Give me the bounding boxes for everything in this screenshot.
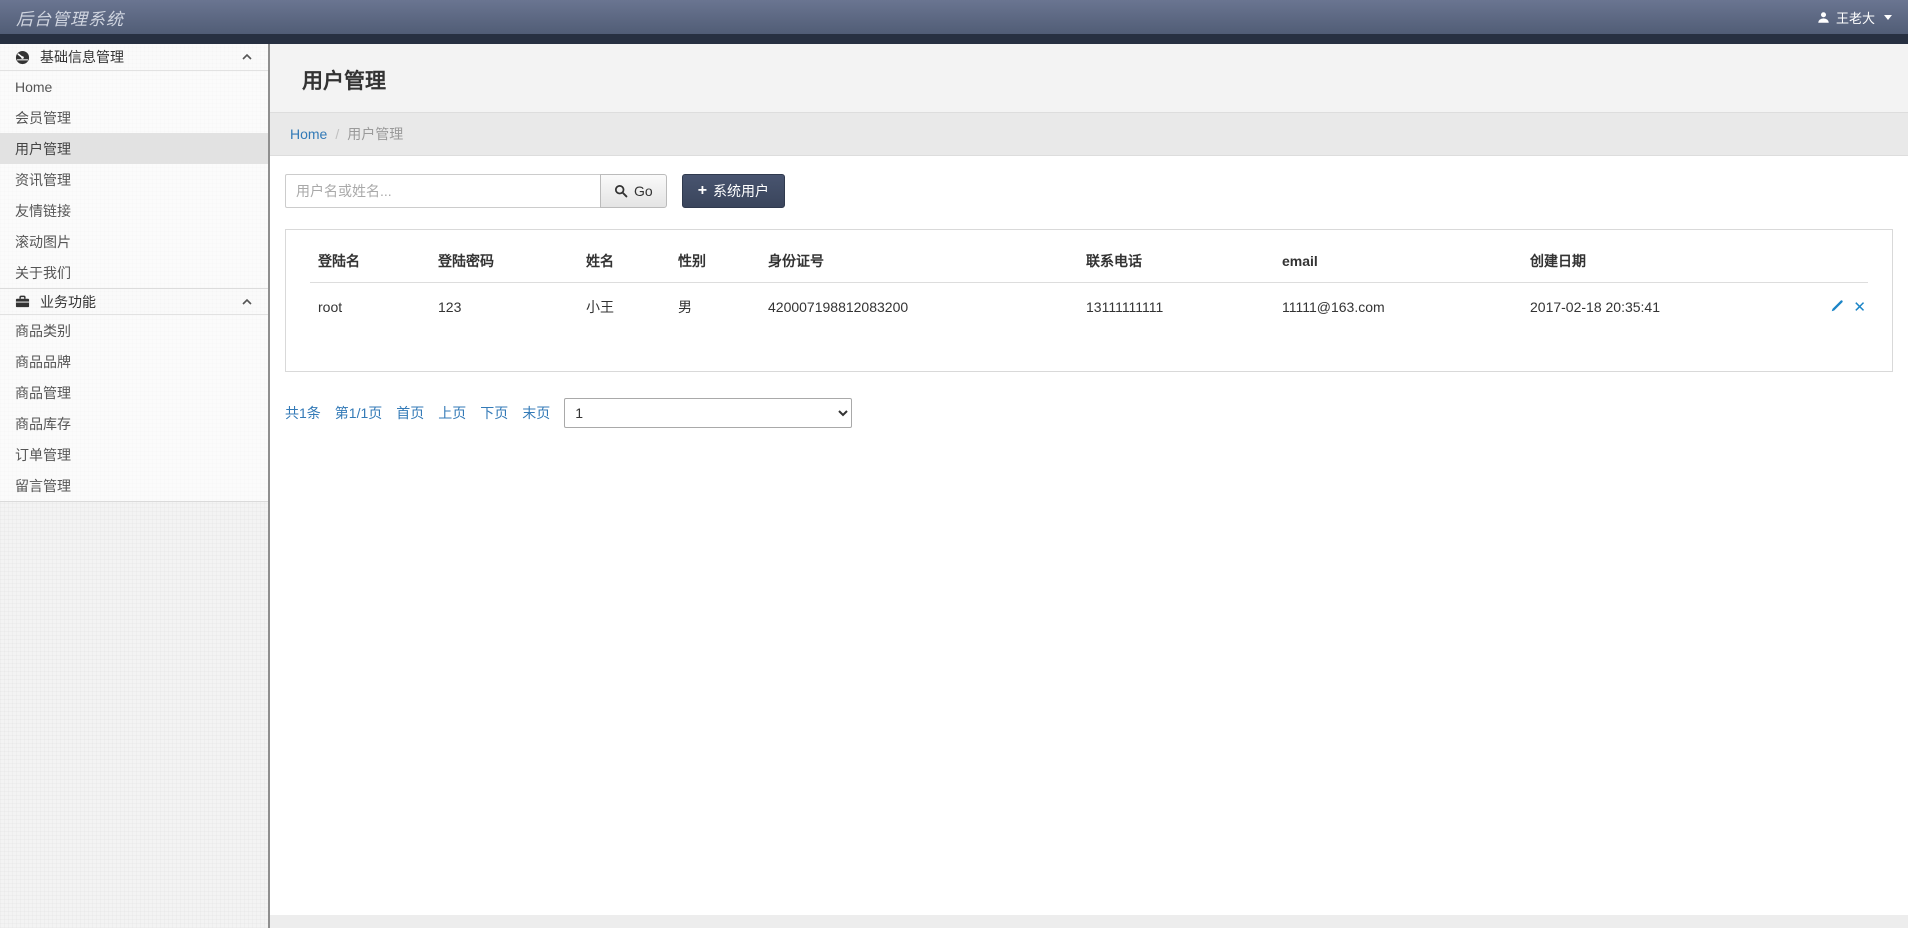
pagination-last-link[interactable]: 末页 — [522, 403, 550, 423]
cell-password: 123 — [438, 299, 462, 315]
user-name: 王老大 — [1835, 10, 1875, 26]
page-select[interactable]: 1 — [564, 398, 853, 428]
cell-created: 2017-02-18 20:35:41 — [1530, 299, 1660, 315]
sidebar-item-users[interactable]: 用户管理 — [0, 133, 268, 164]
breadcrumb: Home / 用户管理 — [270, 112, 1908, 156]
pagination-first-link[interactable]: 首页 — [396, 403, 424, 423]
topbar-shadow-bar — [0, 34, 1908, 44]
topbar: 后台管理系统 王老大 — [0, 0, 1908, 34]
cell-gender: 男 — [678, 299, 692, 315]
table-row: root 123 小王 男 420007198812083200 1311111… — [310, 283, 1868, 332]
breadcrumb-current: 用户管理 — [347, 126, 404, 142]
search-icon — [614, 184, 628, 198]
sidebar-section-business[interactable]: 业务功能 — [0, 288, 268, 315]
sidebar: 基础信息管理 Home 会员管理 用户管理 资讯管理 友情链接 滚动图片 关于我… — [0, 44, 270, 928]
sidebar-item-carousel-images[interactable]: 滚动图片 — [0, 226, 268, 257]
users-table-panel: 登陆名 登陆密码 姓名 性别 身份证号 联系电话 email 创建日期 root… — [285, 229, 1893, 372]
briefcase-icon — [15, 294, 30, 309]
search-input[interactable] — [285, 174, 601, 208]
section-label: 基础信息管理 — [40, 49, 124, 65]
col-header-actions — [1812, 238, 1868, 283]
content-area: Go + 系统用户 登陆名 登陆密码 — [270, 156, 1908, 915]
edit-pencil-icon[interactable] — [1831, 299, 1844, 312]
app-title: 后台管理系统 — [16, 9, 124, 29]
caret-down-icon — [1884, 14, 1892, 20]
breadcrumb-home-link[interactable]: Home — [290, 126, 327, 142]
cell-login: root — [318, 299, 343, 315]
main-area: 用户管理 Home / 用户管理 Go + 系统用户 — [270, 44, 1908, 928]
pagination-total: 共1条 — [285, 405, 321, 421]
sidebar-item-product-stock[interactable]: 商品库存 — [0, 408, 268, 439]
sidebar-item-home[interactable]: Home — [0, 71, 268, 102]
col-header-password: 登陆密码 — [430, 238, 578, 283]
sidebar-item-orders[interactable]: 订单管理 — [0, 439, 268, 470]
delete-x-icon[interactable]: ✕ — [1853, 299, 1866, 316]
col-header-email: email — [1274, 238, 1522, 283]
users-table: 登陆名 登陆密码 姓名 性别 身份证号 联系电话 email 创建日期 root… — [310, 238, 1868, 331]
user-icon — [1817, 11, 1830, 24]
chevron-up-icon — [241, 296, 253, 308]
pagination-prev-link[interactable]: 上页 — [438, 403, 466, 423]
page-header: 用户管理 — [270, 44, 1908, 112]
sidebar-section-basic-info[interactable]: 基础信息管理 — [0, 44, 268, 71]
search-row: Go + 系统用户 — [285, 174, 1893, 208]
plus-icon: + — [697, 182, 708, 199]
add-system-user-button[interactable]: + 系统用户 — [681, 174, 786, 208]
sidebar-item-messages[interactable]: 留言管理 — [0, 470, 268, 501]
col-header-gender: 性别 — [670, 238, 760, 283]
section-label: 业务功能 — [40, 293, 96, 310]
col-header-id-number: 身份证号 — [760, 238, 1078, 283]
go-label: Go — [634, 183, 653, 199]
cell-actions: ✕ — [1812, 283, 1868, 332]
sidebar-item-about-us[interactable]: 关于我们 — [0, 257, 268, 288]
sidebar-filler — [0, 501, 268, 928]
sidebar-item-product-management[interactable]: 商品管理 — [0, 377, 268, 408]
col-header-name: 姓名 — [578, 238, 670, 283]
sidebar-item-product-brand[interactable]: 商品品牌 — [0, 346, 268, 377]
page-title: 用户管理 — [302, 70, 386, 93]
sidebar-menu-basic: Home 会员管理 用户管理 资讯管理 友情链接 滚动图片 关于我们 — [0, 71, 268, 288]
sidebar-item-news[interactable]: 资讯管理 — [0, 164, 268, 195]
table-header-row: 登陆名 登陆密码 姓名 性别 身份证号 联系电话 email 创建日期 — [310, 238, 1868, 283]
pagination-page-info: 第1/1页 — [334, 405, 383, 421]
col-header-created: 创建日期 — [1522, 238, 1812, 283]
col-header-phone: 联系电话 — [1078, 238, 1274, 283]
dashboard-icon — [15, 50, 30, 65]
sidebar-menu-business: 商品类别 商品品牌 商品管理 商品库存 订单管理 留言管理 — [0, 315, 268, 501]
pagination: 共1条 第1/1页 首页 上页 下页 末页 1 — [285, 398, 1893, 428]
sidebar-item-friend-links[interactable]: 友情链接 — [0, 195, 268, 226]
cell-name: 小王 — [586, 299, 614, 315]
cell-id-number: 420007198812083200 — [768, 299, 909, 315]
cell-phone: 13111111111 — [1086, 299, 1164, 315]
cell-email: 11111@163.com — [1282, 299, 1385, 315]
search-go-button[interactable]: Go — [600, 174, 667, 208]
sidebar-item-members[interactable]: 会员管理 — [0, 102, 268, 133]
col-header-login: 登陆名 — [310, 238, 430, 283]
add-system-user-label: 系统用户 — [713, 183, 770, 199]
pagination-next-link[interactable]: 下页 — [480, 403, 508, 423]
breadcrumb-separator: / — [335, 126, 340, 142]
user-menu[interactable]: 王老大 — [1817, 8, 1892, 27]
sidebar-item-product-category[interactable]: 商品类别 — [0, 315, 268, 346]
chevron-up-icon — [241, 51, 253, 63]
